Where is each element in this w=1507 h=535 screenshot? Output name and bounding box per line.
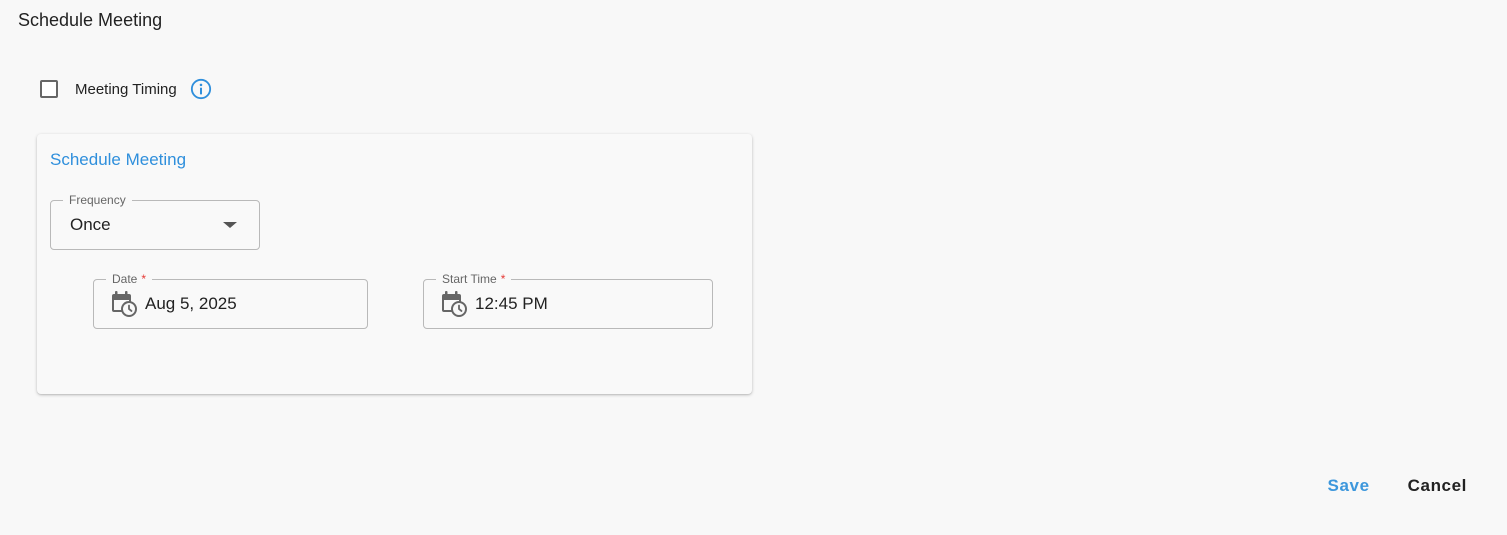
start-time-label: Start Time * [436,272,512,286]
required-marker: * [500,272,506,286]
calendar-clock-icon[interactable] [440,290,468,318]
cancel-button[interactable]: Cancel [1408,476,1467,496]
date-field[interactable]: Date * Aug 5, 2025 [93,272,368,329]
info-icon[interactable] [190,78,212,100]
dialog-actions: Save Cancel [1328,476,1467,496]
card-title: Schedule Meeting [50,150,187,169]
save-button[interactable]: Save [1328,476,1370,496]
frequency-value: Once [70,215,111,234]
start-time-field[interactable]: Start Time * 12:45 PM [423,272,713,329]
meeting-timing-label[interactable]: Meeting Timing [75,81,177,98]
meeting-timing-checkbox[interactable] [40,80,58,98]
start-time-value: 12:45 PM [475,294,548,313]
date-label: Date * [106,272,153,286]
schedule-meeting-card: Schedule Meeting Frequency Once Date * Au… [37,134,752,394]
calendar-clock-icon[interactable] [110,290,138,318]
frequency-label: Frequency [63,193,132,207]
frequency-select[interactable]: Frequency Once [50,193,260,250]
date-value: Aug 5, 2025 [145,294,237,313]
meeting-timing-row: Meeting Timing [40,78,212,100]
page-title: Schedule Meeting [18,10,163,30]
dropdown-arrow-icon[interactable] [223,222,237,228]
required-marker: * [141,272,147,286]
